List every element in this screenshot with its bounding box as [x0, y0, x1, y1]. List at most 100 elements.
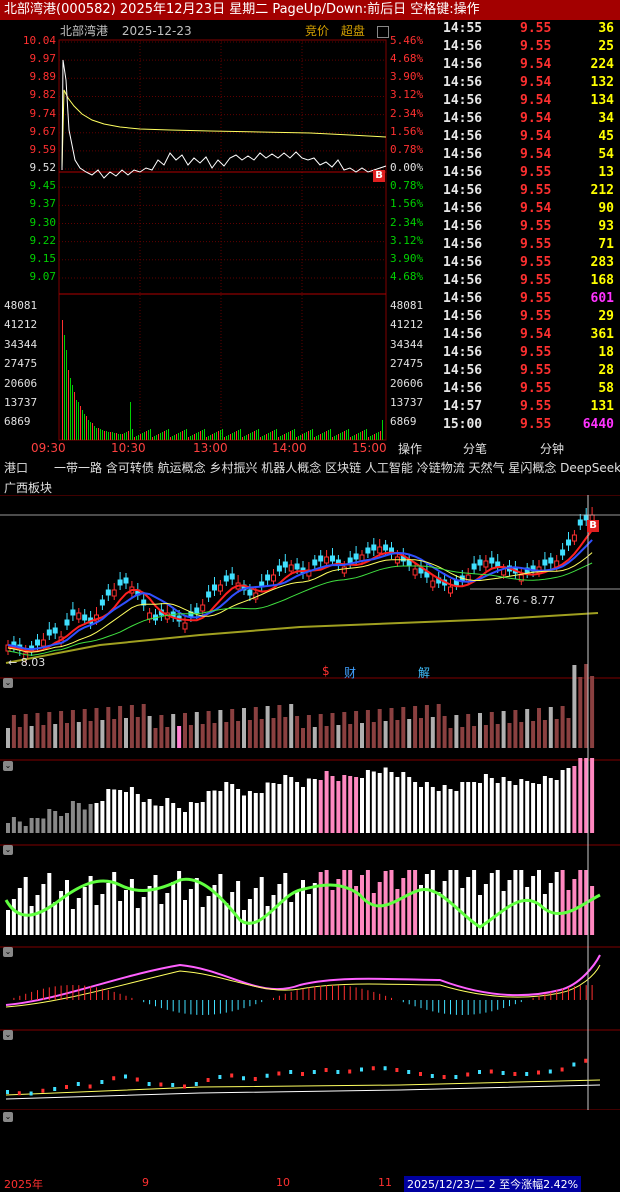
indicator-bar: [330, 776, 335, 833]
indicator-candle: [548, 1069, 552, 1074]
indicator-bar: [489, 873, 494, 935]
indicator-bar: [389, 772, 394, 833]
indicator-line: [5, 1084, 601, 1100]
candle: [371, 544, 377, 551]
indicator-bar: [23, 826, 28, 833]
indicator-bar: [118, 901, 123, 935]
volume-bar: [94, 708, 99, 748]
trade-row: 14:56 9.55 601: [440, 290, 620, 308]
indicator-candle: [407, 1070, 411, 1074]
trade-time: 14:56: [443, 183, 483, 198]
low-price-label: ← 8.03: [8, 656, 46, 669]
candle: [383, 544, 389, 551]
indicator-bar: [330, 890, 335, 935]
indicator-bar: [236, 881, 241, 935]
panel-collapse-icon[interactable]: ⌄: [3, 1112, 13, 1122]
indicator-candle: [159, 1082, 163, 1087]
volume-bar: [72, 385, 73, 440]
indicator-candle: [454, 1075, 458, 1079]
panel-collapse-icon[interactable]: ⌄: [3, 678, 13, 688]
indicator-candle: [560, 1067, 564, 1072]
sector-label[interactable]: 广西板块: [4, 479, 52, 496]
candle: [117, 579, 123, 586]
indicator-bar: [165, 798, 170, 833]
indicator-bar: [548, 778, 553, 833]
volume-bar: [324, 432, 325, 440]
volume-bar: [129, 705, 134, 748]
panel-collapse-icon[interactable]: ⌄: [3, 947, 13, 957]
volume-bar: [306, 715, 311, 748]
trade-time: 14:56: [443, 345, 483, 360]
volume-bar: [413, 706, 418, 748]
trade-price: 9.55: [520, 309, 552, 324]
panel-collapse-icon[interactable]: ⌄: [3, 845, 13, 855]
indicator-candle: [489, 1069, 493, 1074]
indicator-bar: [531, 783, 536, 833]
indicator-bar: [224, 903, 229, 935]
trade-row: 14:57 9.55 131: [440, 398, 620, 416]
volume-bar: [454, 715, 459, 748]
tab-ticks[interactable]: 分笔: [463, 440, 487, 458]
auction-button[interactable]: 竞价: [305, 24, 329, 38]
indicator-bar: [82, 887, 87, 935]
indicator-bar: [183, 900, 187, 935]
indicator-bar: [318, 872, 323, 935]
panel-collapse-icon[interactable]: ⌄: [3, 761, 13, 771]
candle: [271, 574, 276, 582]
trade-row: 14:56 9.55 18: [440, 344, 620, 362]
volume-bar: [236, 721, 241, 748]
intraday-chart[interactable]: [0, 20, 440, 458]
dividend-event-icon[interactable]: $: [322, 664, 330, 678]
financial-event-icon[interactable]: 财: [344, 664, 356, 681]
candle: [82, 614, 88, 621]
kline-chart[interactable]: [0, 495, 620, 1110]
trade-price: 9.54: [520, 147, 552, 162]
trade-time: 14:56: [443, 255, 483, 270]
tab-minute[interactable]: 分钟: [540, 440, 564, 458]
indicator-bar: [495, 870, 500, 935]
indicator-bar: [489, 778, 494, 833]
trade-row: 14:56 9.55 212: [440, 182, 620, 200]
trade-volume: 132: [590, 75, 614, 90]
indicator-bar: [306, 894, 311, 935]
indicator-candle: [65, 1085, 68, 1089]
indicator-candle: [501, 1071, 505, 1075]
indicator-candle: [100, 1080, 104, 1084]
volume-bar: [268, 433, 269, 440]
indicator-bar: [413, 782, 418, 833]
industry-label[interactable]: 港口: [4, 461, 28, 475]
volume-bar: [112, 719, 117, 748]
trade-row: 14:56 9.55 283: [440, 254, 620, 272]
indicator-candle: [183, 1084, 186, 1089]
volume-bar: [240, 429, 241, 440]
tab-operation[interactable]: 操作: [398, 440, 422, 458]
volume-bar: [354, 711, 359, 748]
indicator-candle: [442, 1075, 446, 1079]
percent-tick: 0.00%: [390, 161, 424, 175]
candle: [560, 549, 566, 556]
indicator-bar: [383, 767, 388, 833]
indicator-bar: [548, 883, 553, 935]
volume-bar: [196, 433, 197, 440]
indicator-bar: [188, 889, 193, 935]
volume-tick: 34344: [390, 337, 424, 351]
indicator-bar: [501, 891, 506, 935]
unlock-event-icon[interactable]: 解: [418, 664, 430, 681]
volume-bar: [472, 726, 477, 748]
indicator-bar: [200, 802, 205, 833]
concept-list[interactable]: 一带一路 含可转债 航运概念 乡村振兴 机器人概念 区块链 人工智能 冷链物流 …: [54, 461, 620, 475]
window-toggle-icon[interactable]: [376, 25, 389, 38]
tick-trades-list: 14:55 9.55 36 14:56 9.55 25 14:56 9.54 224 14:56 9…: [440, 20, 620, 438]
candle: [217, 584, 223, 592]
trade-time: 14:56: [443, 39, 483, 54]
candle: [318, 555, 324, 562]
volume-bar: [383, 721, 388, 748]
candle: [123, 577, 129, 584]
indicator-bar: [183, 812, 187, 833]
indicator-candle: [430, 1074, 434, 1078]
panel-collapse-icon[interactable]: ⌄: [3, 1030, 13, 1040]
volume-bar: [214, 433, 215, 440]
overlay-button[interactable]: 超盘: [341, 24, 365, 38]
volume-bar: [65, 723, 69, 748]
indicator-candle: [194, 1082, 198, 1086]
